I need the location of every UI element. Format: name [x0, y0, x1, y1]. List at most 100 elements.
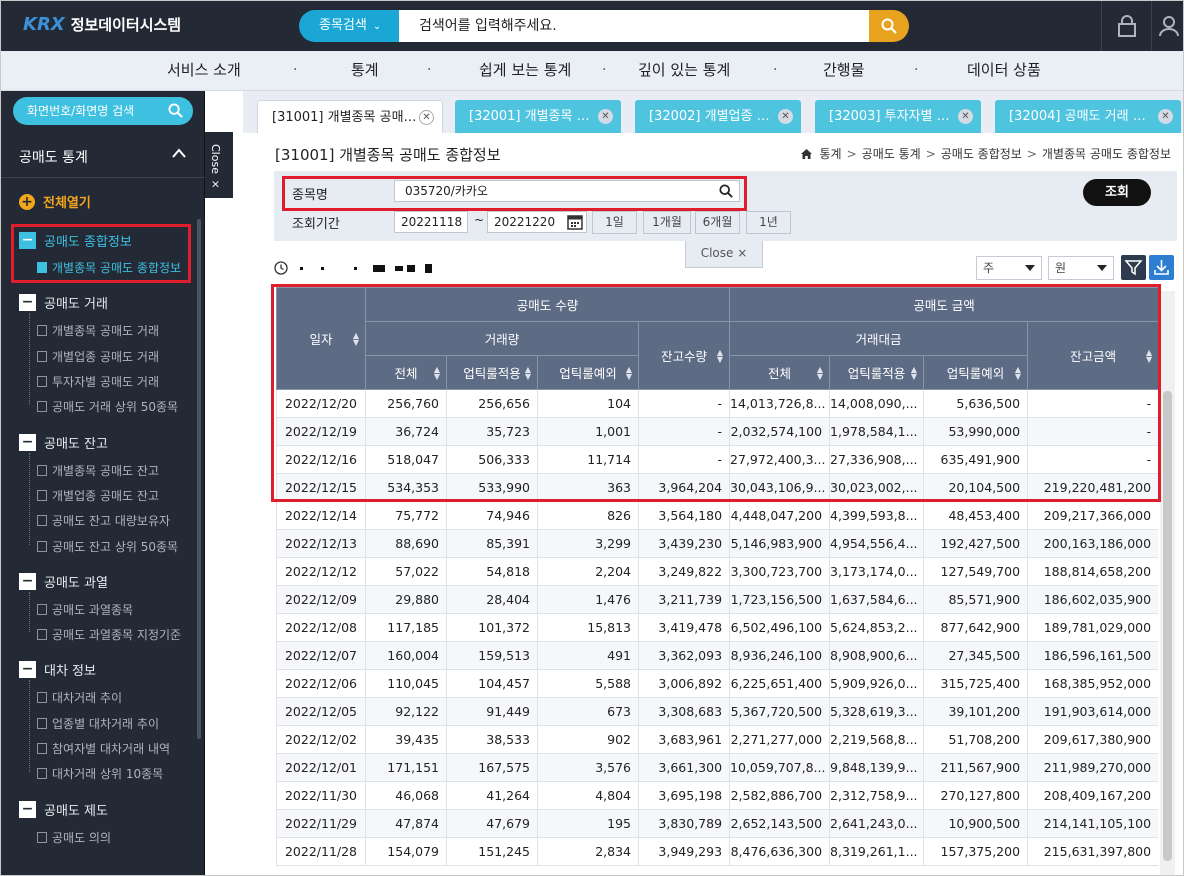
- cell-date: 2022/12/09: [276, 585, 366, 614]
- expand-all-button[interactable]: + 전체열기: [19, 192, 91, 211]
- nav-item-stats[interactable]: 통계: [351, 51, 379, 91]
- sidebar-item[interactable]: 공매도 잔고 대량보유자: [37, 512, 170, 529]
- table-row[interactable]: 2022/12/12 57,022 54,818 2,204 3,249,822 3,30…: [276, 557, 1158, 586]
- tab-32001[interactable]: [32001] 개별종목 … ✕: [455, 100, 621, 133]
- sidebar-item[interactable]: 공매도 과열종목 지정기준: [37, 626, 181, 643]
- sidebar-item[interactable]: 투자자별 공매도 거래: [37, 373, 159, 390]
- cell-value: 85,571,900: [923, 585, 1029, 614]
- sidebar-item-label: 공매도 과열종목 지정기준: [52, 628, 182, 642]
- nav-item-service[interactable]: 서비스 소개: [167, 51, 241, 91]
- tab-31001[interactable]: [31001] 개별종목 공매… ✕: [257, 100, 443, 133]
- sidebar-item[interactable]: 참여자별 대차거래 내역: [37, 740, 170, 757]
- period-1m-button[interactable]: 1개월: [643, 211, 691, 234]
- cell-value: 2,271,277,000: [729, 725, 831, 754]
- cell-value: 167,575: [446, 753, 538, 782]
- global-search: 종목검색 ⌄ 검색어를 입력해주세요.: [299, 10, 909, 42]
- unit-select[interactable]: 주: [976, 256, 1042, 280]
- table-row[interactable]: 2022/12/09 29,880 28,404 1,476 3,211,739 1,72…: [276, 585, 1158, 614]
- search-button[interactable]: [869, 10, 909, 42]
- sidebar-group-balance[interactable]: − 공매도 잔고: [19, 433, 108, 452]
- sidebar-group-overheat[interactable]: − 공매도 과열: [19, 572, 108, 591]
- period-1d-button[interactable]: 1일: [592, 211, 637, 234]
- cell-value: 211,989,270,000: [1027, 753, 1158, 782]
- query-button[interactable]: 조회: [1083, 179, 1151, 206]
- home-icon[interactable]: [800, 148, 813, 160]
- calendar-icon[interactable]: [567, 214, 583, 230]
- sidebar-group-label: 공매도 잔고: [44, 437, 108, 452]
- sidebar-group-lending[interactable]: − 대차 정보: [19, 660, 96, 679]
- table-row[interactable]: 2022/12/07 160,004 159,513 491 3,362,093 8,93…: [276, 641, 1158, 670]
- table-row[interactable]: 2022/12/01 171,151 167,575 3,576 3,661,300 10…: [276, 753, 1158, 782]
- cell-value: 4,448,047,200: [729, 501, 831, 530]
- table-row[interactable]: 2022/12/02 39,435 38,533 902 3,683,961 2,271,…: [276, 725, 1158, 754]
- table-row[interactable]: 2022/12/06 110,045 104,457 5,588 3,006,892 6,…: [276, 669, 1158, 698]
- search-type-dropdown[interactable]: 종목검색 ⌄: [299, 10, 399, 42]
- sidebar-item[interactable]: 개별종목 공매도 잔고: [37, 462, 159, 479]
- cell-value: 154,079: [365, 837, 447, 866]
- search-input[interactable]: 검색어를 입력해주세요.: [399, 10, 869, 42]
- user-button[interactable]: [1151, 1, 1183, 51]
- lock-button[interactable]: [1101, 1, 1151, 51]
- table-row[interactable]: 2022/12/14 75,772 74,946 826 3,564,180 4,448,…: [276, 501, 1158, 530]
- sidebar-scrollbar[interactable]: [197, 219, 201, 739]
- search-icon: [881, 18, 897, 34]
- table-row[interactable]: 2022/11/30 46,068 41,264 4,804 3,695,198 2,58…: [276, 781, 1158, 810]
- sidebar-item[interactable]: 공매도 잔고 상위 50종목: [37, 538, 178, 555]
- cell-value: 151,245: [446, 837, 538, 866]
- divider: [1, 177, 205, 178]
- close-icon[interactable]: ✕: [598, 109, 613, 124]
- scrollbar-thumb[interactable]: [1163, 391, 1172, 861]
- filter-button[interactable]: [1121, 255, 1146, 280]
- sidebar-group-trade[interactable]: − 공매도 거래: [19, 293, 108, 312]
- breadcrumb-item[interactable]: 개별종목 공매도 종합정보: [1042, 145, 1171, 162]
- close-icon[interactable]: ✕: [958, 109, 973, 124]
- document-icon: [37, 629, 47, 640]
- sidebar-item-label: 개별업종 공매도 거래: [52, 350, 159, 364]
- start-date-input[interactable]: 20221118: [394, 211, 468, 233]
- cell-value: 186,596,161,500: [1027, 641, 1158, 670]
- sidebar-item[interactable]: 대차거래 상위 10종목: [37, 765, 163, 782]
- sidebar-item[interactable]: 공매도 의의: [37, 829, 111, 846]
- sidebar-close-tab[interactable]: Close ×: [205, 132, 233, 198]
- cell-value: 214,141,105,100: [1027, 809, 1158, 838]
- table-row[interactable]: 2022/12/08 117,185 101,372 15,813 3,419,478 6…: [276, 613, 1158, 642]
- breadcrumb-item[interactable]: 공매도 종합정보: [941, 145, 1022, 162]
- sidebar-item[interactable]: 개별종목 공매도 거래: [37, 322, 159, 339]
- sidebar-group-rules[interactable]: − 공매도 제도: [19, 800, 108, 819]
- table-row[interactable]: 2022/11/28 154,079 151,245 2,834 3,949,293 8,…: [276, 837, 1158, 866]
- sidebar-search[interactable]: 화면번호/화면명 검색: [13, 97, 193, 125]
- breadcrumb-item[interactable]: 통계: [820, 145, 842, 162]
- sidebar-item[interactable]: 공매도 거래 상위 50종목: [37, 398, 178, 415]
- grid-scrollbar[interactable]: [1160, 291, 1175, 875]
- tab-32003[interactable]: [32003] 투자자별 … ✕: [815, 100, 981, 133]
- sidebar-item[interactable]: 업종별 대차거래 추이: [37, 715, 159, 732]
- table-row[interactable]: 2022/11/29 47,874 47,679 195 3,830,789 2,652,…: [276, 809, 1158, 838]
- nav-item-data-products[interactable]: 데이터 상품: [967, 51, 1041, 91]
- close-icon[interactable]: ✕: [1158, 109, 1173, 124]
- cell-value: 195: [537, 809, 639, 838]
- table-row[interactable]: 2022/12/05 92,122 91,449 673 3,308,683 5,367,…: [276, 697, 1158, 726]
- sidebar-item[interactable]: 개별업종 공매도 거래: [37, 348, 159, 365]
- nav-item-deep-stats[interactable]: 깊이 있는 통계: [638, 51, 730, 91]
- nav-item-publications[interactable]: 간행물: [823, 51, 864, 91]
- table-row[interactable]: 2022/12/13 88,690 85,391 3,299 3,439,230 5,14…: [276, 529, 1158, 558]
- currency-select[interactable]: 원: [1048, 256, 1114, 280]
- cell-value: 3,249,822: [637, 557, 731, 586]
- close-icon[interactable]: ✕: [778, 109, 793, 124]
- close-icon[interactable]: ✕: [419, 110, 434, 125]
- breadcrumb-item[interactable]: 공매도 통계: [862, 145, 921, 162]
- period-1y-button[interactable]: 1년: [746, 211, 791, 234]
- period-6m-button[interactable]: 6개월: [695, 211, 740, 234]
- download-button[interactable]: [1149, 255, 1174, 280]
- sidebar-item[interactable]: 대차거래 추이: [37, 689, 122, 706]
- tab-32002[interactable]: [32002] 개별업종 … ✕: [635, 100, 801, 133]
- sidebar-item[interactable]: 개별업종 공매도 잔고: [37, 487, 159, 504]
- logo[interactable]: KRX 정보데이터시스템: [23, 14, 181, 35]
- cell-value: 117,185: [365, 613, 447, 642]
- tab-32004[interactable]: [32004] 공매도 거래 … ✕: [995, 100, 1181, 133]
- chevron-up-icon[interactable]: [171, 147, 187, 159]
- filter-close-button[interactable]: Close ×: [685, 241, 763, 268]
- cell-value: 3,419,478: [637, 613, 731, 642]
- sidebar-item[interactable]: 공매도 과열종목: [37, 601, 133, 618]
- nav-item-easy-stats[interactable]: 쉽게 보는 통계: [479, 51, 571, 91]
